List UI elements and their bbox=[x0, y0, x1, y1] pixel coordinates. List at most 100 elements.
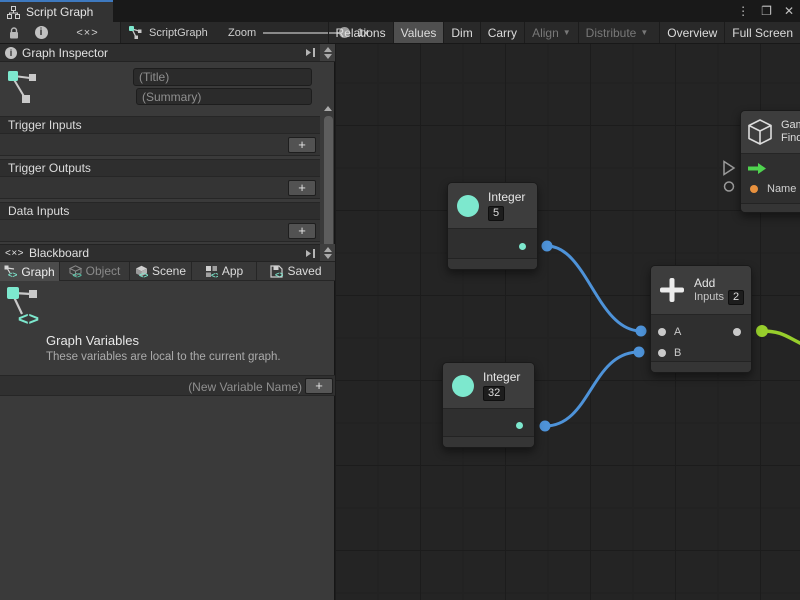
blackboard-title: Blackboard bbox=[29, 246, 89, 260]
node-footer bbox=[448, 258, 537, 269]
unit-icon: <×> bbox=[76, 27, 98, 39]
node-integer-5[interactable]: Integer 5 bbox=[447, 182, 538, 270]
overview-button[interactable]: Overview bbox=[659, 22, 724, 43]
wire-integer5-to-a bbox=[547, 246, 641, 331]
wire-integer32-to-b bbox=[545, 352, 639, 426]
name-port-label: Name bbox=[767, 183, 796, 195]
graph-tab-icon: <> bbox=[4, 265, 17, 278]
values-button[interactable]: Values bbox=[393, 22, 444, 43]
trigger-input-port[interactable] bbox=[748, 163, 766, 174]
add-data-input-button[interactable]: + bbox=[288, 223, 316, 239]
tab-object[interactable]: <> Object bbox=[60, 262, 130, 281]
toolbar-buttons: Relations Values Dim Carry Align ▼ Distr… bbox=[328, 22, 800, 43]
new-variable-input[interactable] bbox=[6, 377, 304, 396]
window-close-icon[interactable]: ✕ bbox=[784, 4, 794, 18]
graph-canvas[interactable]: Integer 5 Integer 32 bbox=[335, 44, 800, 600]
graph-variables-description: These variables are local to the current… bbox=[46, 351, 281, 363]
zoom-label: Zoom bbox=[228, 22, 256, 43]
lock-icon bbox=[8, 26, 20, 40]
blackboard-scroll-stepper[interactable] bbox=[320, 244, 335, 262]
port-a-label: A bbox=[674, 326, 681, 338]
title-field[interactable] bbox=[133, 68, 312, 86]
node-add[interactable]: Add Inputs 2 A B bbox=[650, 265, 752, 373]
fullscreen-button[interactable]: Full Screen bbox=[724, 22, 800, 43]
tab-saved[interactable]: <> Saved bbox=[257, 262, 335, 281]
integer-value-field[interactable]: 5 bbox=[488, 206, 504, 221]
sidebar: i Graph Inspector Trigger Inputs + Tri bbox=[0, 44, 335, 600]
add-trigger-input-button[interactable]: + bbox=[288, 137, 316, 153]
add-trigger-output-button[interactable]: + bbox=[288, 180, 316, 196]
graph-variables-icon: <> bbox=[7, 285, 41, 327]
add-variable-button[interactable]: + bbox=[305, 378, 333, 394]
graph-node-icon bbox=[8, 68, 38, 108]
value-port-marker bbox=[725, 182, 734, 191]
tab-app[interactable]: <> App bbox=[192, 262, 257, 281]
input-port-b[interactable] bbox=[658, 349, 666, 357]
window-maximize-icon[interactable]: ❐ bbox=[761, 4, 772, 18]
graph-breadcrumb-icon bbox=[128, 25, 143, 40]
node-footer bbox=[741, 203, 800, 212]
lock-button[interactable] bbox=[0, 22, 28, 43]
dim-button[interactable]: Dim bbox=[443, 22, 479, 43]
section-data-inputs: Data Inputs bbox=[0, 202, 320, 220]
relations-button[interactable]: Relations bbox=[328, 22, 393, 43]
node-title: Add bbox=[694, 276, 715, 290]
graph-breadcrumb[interactable]: ScriptGraph bbox=[128, 22, 208, 43]
tab-scene[interactable]: <> Scene bbox=[130, 262, 192, 281]
node-integer-32[interactable]: Integer 32 bbox=[442, 362, 535, 448]
port-b-label: B bbox=[674, 347, 681, 359]
node-subtitle: Game Object bbox=[781, 119, 800, 132]
inspector-info-icon: i bbox=[5, 47, 17, 59]
svg-text:<>: <> bbox=[72, 271, 82, 278]
summary-field[interactable] bbox=[136, 88, 312, 105]
node-title: Integer bbox=[488, 190, 525, 204]
blackboard-icon: <×> bbox=[5, 248, 24, 259]
node-title: Find bbox=[781, 132, 800, 145]
trigger-port-marker bbox=[724, 162, 734, 175]
integer-output-port[interactable] bbox=[516, 422, 523, 429]
inspector-title: Graph Inspector bbox=[22, 46, 108, 60]
node-footer bbox=[443, 436, 534, 447]
object-tab-icon: <> bbox=[69, 265, 82, 278]
inspector-dock-button[interactable] bbox=[305, 47, 316, 58]
svg-text:<>: <> bbox=[211, 271, 218, 278]
blackboard-tabs: <> Graph <> Object <> Scene bbox=[0, 262, 335, 281]
inspector-scroll-stepper[interactable] bbox=[320, 44, 335, 62]
distribute-caret-icon: ▼ bbox=[640, 28, 648, 37]
window-menu-icon[interactable]: ⋮ bbox=[737, 4, 749, 18]
scroll-up-icon bbox=[324, 47, 332, 52]
window-tab-bar: Script Graph ⋮ ❐ ✕ bbox=[0, 0, 800, 22]
svg-text:<>: <> bbox=[139, 271, 148, 278]
tab-graph[interactable]: <> Graph bbox=[0, 262, 60, 281]
svg-text:<>: <> bbox=[275, 270, 283, 278]
graph-toolbar: i <×> ScriptGraph Zoom 1x Relations Valu… bbox=[0, 22, 800, 44]
blackboard-dock-button[interactable] bbox=[305, 248, 316, 259]
align-dropdown[interactable]: Align ▼ bbox=[524, 22, 578, 43]
graph-name: ScriptGraph bbox=[149, 27, 208, 39]
scroll-up-icon bbox=[324, 247, 332, 252]
name-input-port[interactable] bbox=[750, 185, 758, 193]
carry-button[interactable]: Carry bbox=[480, 22, 524, 43]
tab-script-graph[interactable]: Script Graph bbox=[0, 0, 113, 22]
trigger-outputs-row: + bbox=[0, 177, 320, 199]
trigger-inputs-row: + bbox=[0, 134, 320, 156]
integer-output-port[interactable] bbox=[519, 243, 526, 250]
info-icon: i bbox=[35, 26, 48, 39]
input-port-a[interactable] bbox=[658, 328, 666, 336]
add-plus-icon bbox=[658, 276, 686, 304]
section-trigger-outputs: Trigger Outputs bbox=[0, 159, 320, 177]
svg-text:<>: <> bbox=[18, 309, 39, 327]
distribute-dropdown[interactable]: Distribute ▼ bbox=[578, 22, 656, 43]
integer-value-field[interactable]: 32 bbox=[483, 386, 505, 401]
info-button[interactable]: i bbox=[27, 22, 56, 43]
node-gameobject-find[interactable]: Game Object Find Name bbox=[740, 110, 800, 213]
blackboard-header: <×> Blackboard bbox=[0, 244, 320, 262]
gameobject-cube-icon bbox=[747, 118, 773, 146]
scroll-down-icon bbox=[324, 254, 332, 259]
graph-variables-title: Graph Variables bbox=[46, 333, 139, 348]
inputs-count-field[interactable]: 2 bbox=[728, 290, 744, 305]
integer-icon bbox=[452, 375, 474, 397]
unit-button[interactable]: <×> bbox=[55, 22, 121, 43]
scrollbar-up-icon[interactable] bbox=[324, 106, 332, 111]
output-port-sum[interactable] bbox=[733, 328, 741, 336]
